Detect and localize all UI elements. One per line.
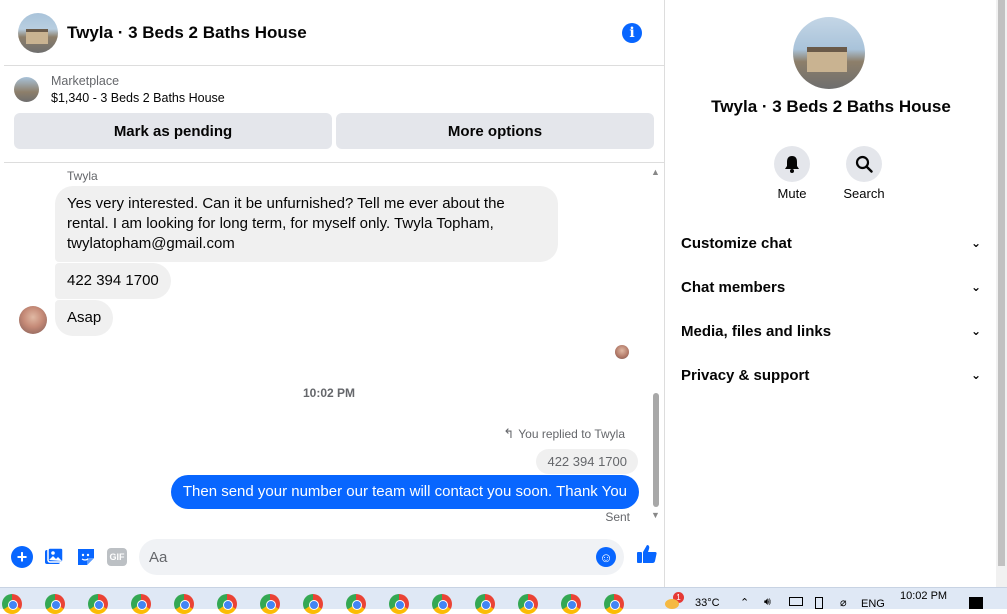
chrome-icon[interactable] bbox=[389, 594, 409, 614]
emoji-icon[interactable]: ☺ bbox=[596, 547, 616, 567]
sender-avatar[interactable] bbox=[19, 306, 47, 334]
scrollbar-thumb[interactable] bbox=[653, 393, 659, 507]
chevron-down-icon: ⌄ bbox=[970, 280, 981, 294]
info-title: Twyla · 3 Beds 2 Baths House bbox=[711, 97, 951, 116]
sticker-icon[interactable] bbox=[75, 546, 97, 568]
listing-thumbnail bbox=[14, 77, 39, 102]
chrome-icon[interactable] bbox=[432, 594, 452, 614]
reply-context: ↰ You replied to Twyla bbox=[503, 426, 625, 442]
incoming-message[interactable]: Yes very interested. Can it be unfurnish… bbox=[55, 186, 558, 262]
gif-icon[interactable]: GIF bbox=[107, 548, 127, 566]
incoming-message[interactable]: Asap bbox=[55, 300, 114, 336]
chrome-icon[interactable] bbox=[45, 594, 65, 614]
speaker-icon[interactable]: 🔊︎ bbox=[764, 596, 771, 609]
quoted-message[interactable]: 422 394 1700 bbox=[536, 449, 638, 474]
reply-icon: ↰ bbox=[503, 426, 515, 441]
message-list: Twyla Yes very interested. Can it be unf… bbox=[4, 163, 665, 533]
chrome-icon[interactable] bbox=[260, 594, 280, 614]
search-label: Search bbox=[843, 186, 885, 201]
chevron-down-icon: ⌄ bbox=[970, 324, 981, 338]
chevron-down-icon: ⌄ bbox=[970, 236, 981, 250]
message-scrollbar[interactable]: ▲ ▼ bbox=[650, 163, 662, 533]
mark-as-pending-button[interactable]: Mark as pending bbox=[14, 113, 332, 149]
info-icon[interactable]: i bbox=[622, 22, 642, 43]
search-icon[interactable] bbox=[846, 146, 882, 182]
message-input-placeholder: Aa bbox=[149, 548, 168, 566]
section-chat-members[interactable]: Chat members ⌄ bbox=[681, 271, 981, 303]
marketplace-label: Marketplace bbox=[51, 74, 120, 88]
composer: + GIF Aa ☺ bbox=[4, 537, 665, 577]
bell-icon[interactable] bbox=[774, 146, 810, 182]
chrome-icon[interactable] bbox=[346, 594, 366, 614]
chrome-icon[interactable] bbox=[131, 594, 151, 614]
mute-label: Mute bbox=[777, 186, 807, 201]
listing-title: $1,340 - 3 Beds 2 Baths House bbox=[51, 91, 225, 105]
mute-action[interactable]: Mute bbox=[762, 146, 822, 201]
chrome-icon[interactable] bbox=[174, 594, 194, 614]
sender-name: Twyla bbox=[67, 169, 98, 183]
chat-header: Twyla · 3 Beds 2 Baths House i bbox=[4, 0, 664, 66]
plus-icon[interactable]: + bbox=[11, 546, 33, 568]
wifi-icon[interactable]: ⌀ bbox=[840, 596, 847, 609]
chevron-down-icon: ⌄ bbox=[970, 368, 981, 382]
windows-taskbar: 1 33°C ⌃ 🔊︎ ⌀ ENG 10:02 PM bbox=[0, 587, 1007, 614]
conversation-large-avatar[interactable] bbox=[793, 17, 865, 89]
marketplace-listing: Marketplace $1,340 - 3 Beds 2 Baths Hous… bbox=[4, 66, 664, 163]
section-label: Privacy & support bbox=[681, 366, 810, 384]
chrome-icon[interactable] bbox=[561, 594, 581, 614]
chrome-icon[interactable] bbox=[604, 594, 624, 614]
message-timestamp: 10:02 PM bbox=[302, 386, 356, 400]
clock[interactable]: 10:02 PM bbox=[900, 590, 947, 602]
chevron-up-icon[interactable]: ⌃ bbox=[740, 596, 749, 609]
window-scrollbar-thumb[interactable] bbox=[998, 0, 1005, 566]
battery-icon[interactable] bbox=[815, 597, 823, 609]
chrome-icon[interactable] bbox=[518, 594, 538, 614]
chat-title[interactable]: Twyla · 3 Beds 2 Baths House bbox=[67, 23, 622, 43]
section-privacy-support[interactable]: Privacy & support ⌄ bbox=[681, 359, 981, 391]
replied-label: You replied to Twyla bbox=[518, 427, 625, 441]
messenger-window: Twyla · 3 Beds 2 Baths House i Marketpla… bbox=[0, 0, 1007, 587]
incoming-message[interactable]: 422 394 1700 bbox=[55, 263, 171, 299]
printer-icon[interactable] bbox=[789, 597, 803, 606]
temperature[interactable]: 33°C bbox=[695, 597, 720, 609]
message-input[interactable]: Aa ☺ bbox=[139, 539, 624, 575]
section-customize-chat[interactable]: Customize chat ⌄ bbox=[681, 227, 981, 259]
conversation-info-panel: Twyla · 3 Beds 2 Baths House Mute Search… bbox=[666, 0, 996, 587]
scroll-down-arrow-icon[interactable]: ▼ bbox=[651, 510, 660, 520]
language-indicator[interactable]: ENG bbox=[861, 598, 885, 610]
chrome-icon[interactable] bbox=[88, 594, 108, 614]
section-label: Customize chat bbox=[681, 234, 792, 252]
section-media-files-links[interactable]: Media, files and links ⌄ bbox=[681, 315, 981, 347]
chrome-icon[interactable] bbox=[303, 594, 323, 614]
message-status: Sent bbox=[605, 510, 630, 524]
seen-indicator-avatar bbox=[615, 345, 629, 359]
outgoing-message[interactable]: Then send your number our team will cont… bbox=[170, 475, 639, 509]
chrome-icon[interactable] bbox=[475, 594, 495, 614]
window-scrollbar[interactable] bbox=[996, 0, 1007, 587]
conversation-avatar[interactable] bbox=[18, 12, 58, 53]
section-label: Media, files and links bbox=[681, 322, 832, 340]
more-options-button[interactable]: More options bbox=[336, 113, 654, 149]
notifications-icon[interactable] bbox=[969, 597, 983, 609]
scroll-up-arrow-icon[interactable]: ▲ bbox=[651, 167, 660, 177]
like-icon[interactable] bbox=[636, 544, 658, 570]
listing-row[interactable]: Marketplace $1,340 - 3 Beds 2 Baths Hous… bbox=[14, 74, 654, 105]
search-action[interactable]: Search bbox=[834, 146, 894, 201]
section-label: Chat members bbox=[681, 278, 786, 296]
weather-icon[interactable]: 1 bbox=[663, 592, 687, 609]
chat-panel: Twyla · 3 Beds 2 Baths House i Marketpla… bbox=[4, 0, 665, 587]
photo-icon[interactable] bbox=[43, 546, 65, 568]
chrome-icon[interactable] bbox=[2, 594, 22, 614]
chrome-icon[interactable] bbox=[217, 594, 237, 614]
